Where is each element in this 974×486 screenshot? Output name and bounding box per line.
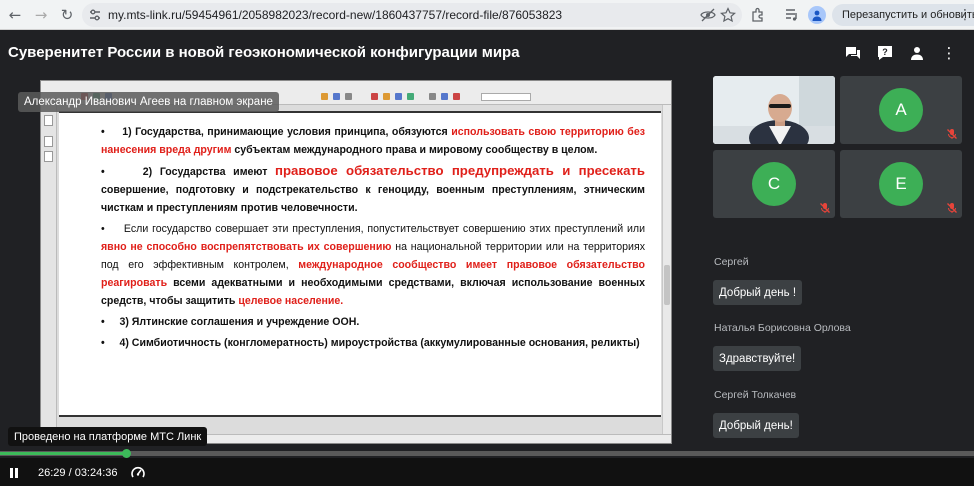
browser-menu-icon[interactable]: ⋮ [952, 2, 974, 28]
chat-author: Наталья Борисовна Орлова [714, 322, 851, 334]
pdf-tool-icon [383, 93, 390, 100]
doc-bullet-4: • 3) Ялтинские соглашения и учреждение О… [101, 316, 360, 328]
pdf-tool-icon [407, 93, 414, 100]
playback-time: 26:29 / 03:24:36 [38, 467, 118, 479]
participant-tile[interactable]: Е [840, 150, 962, 218]
eye-off-icon[interactable] [700, 7, 716, 23]
extensions-icon[interactable] [750, 7, 766, 23]
doc-highlight: правовое обязательство предупреждать и п… [275, 163, 645, 178]
participant-avatar: Е [879, 162, 923, 206]
chat-author: Сергей Толкачев [714, 389, 797, 401]
mic-muted-icon [947, 203, 957, 213]
participant-tile[interactable]: С [713, 150, 835, 218]
pdf-tool-icon [441, 93, 448, 100]
doc-text: всеми адекватными и необходимыми средств… [101, 277, 645, 307]
screen-share: • 1) Государства, принимающие условия пр… [40, 80, 672, 444]
chat-message: Добрый день! [713, 413, 799, 438]
bookmark-star-icon[interactable] [720, 7, 736, 23]
playback-speed-icon[interactable] [130, 465, 146, 481]
doc-highlight: целевое население. [238, 295, 344, 307]
chat-message: Добрый день ! [713, 280, 803, 305]
doc-text: субъектам международного права и мировом… [231, 144, 598, 156]
pdf-search-box [481, 93, 531, 101]
reload-icon[interactable]: ↻ [54, 2, 80, 28]
pdf-tool-icon [429, 93, 436, 100]
progress-handle[interactable] [122, 449, 132, 458]
page-root: { "browser": { "url": "my.mts-link.ru/59… [0, 0, 974, 486]
mic-muted-icon [820, 203, 830, 213]
doc-text: 2) Государства имеют [142, 166, 276, 178]
speaker-video-icon [713, 76, 835, 144]
pdf-tool-icon [333, 93, 340, 100]
doc-bullet-3: • Если государство совершает эти преступ… [101, 223, 646, 307]
doc-text: Если государство совершает эти преступле… [123, 223, 645, 235]
pdf-tool-icon [345, 93, 352, 100]
doc-text: 1) Государства, принимающие условия прин… [122, 126, 452, 138]
platform-label: Проведено на платформе МТС Линк [8, 427, 208, 446]
browser-toolbar: ← → ↻ my.mts-link.ru/59454961/2058982023… [0, 0, 974, 30]
pdf-tool-icon [321, 93, 328, 100]
participants-icon[interactable] [906, 43, 928, 63]
participant-video-tile[interactable] [713, 76, 835, 144]
doc-highlight: явно не способно воспрепятствовать их со… [101, 241, 392, 253]
chat-icon[interactable] [842, 43, 864, 63]
pdf-tool-icon [395, 93, 402, 100]
question-icon[interactable]: ? [874, 43, 896, 63]
address-url: my.mts-link.ru/59454961/2058982023/recor… [108, 8, 563, 22]
media-control-icon[interactable] [784, 7, 800, 23]
doc-text: 3) Ялтинские соглашения и учреждение ООН… [119, 316, 360, 328]
pdf-page: • 1) Государства, принимающие условия пр… [59, 111, 661, 417]
participant-tile[interactable]: А [840, 76, 962, 144]
pdf-sidebar [41, 105, 57, 435]
doc-text: совершение, подготовку и подстрекательст… [101, 184, 645, 214]
address-bar[interactable]: my.mts-link.ru/59454961/2058982023/recor… [82, 3, 742, 27]
event-title: Суверенитет России в новой геоэкономичес… [8, 44, 520, 61]
player-controls: 26:29 / 03:24:36 [0, 458, 974, 486]
chat-author: Сергей [714, 256, 749, 268]
app-header: Суверенитет России в новой геоэкономичес… [0, 30, 974, 76]
svg-text:?: ? [882, 47, 888, 57]
back-icon[interactable]: ← [2, 2, 28, 28]
pdf-scrollbar [662, 105, 671, 435]
progress-fill [0, 452, 127, 455]
presenter-label: Александр Иванович Агеев на главном экра… [18, 92, 279, 112]
profile-avatar-icon[interactable] [808, 6, 826, 24]
doc-bullet-2: • 2) Государства имеют правовое обязател… [101, 163, 645, 214]
site-info-icon[interactable] [88, 8, 102, 22]
chat-message: Здравствуйте! [713, 346, 802, 371]
doc-bullet-5: • 4) Симбиотичность (конгломератность) м… [101, 337, 640, 349]
more-menu-icon[interactable]: ⋮ [938, 43, 960, 63]
pdf-tool-icon [453, 93, 460, 100]
pause-icon[interactable] [8, 467, 20, 479]
mic-muted-icon [947, 129, 957, 139]
pdf-tool-icon [371, 93, 378, 100]
doc-text: 4) Симбиотичность (конгломератность) мир… [119, 337, 640, 349]
participant-avatar: С [752, 162, 796, 206]
doc-bullet-1: • 1) Государства, принимающие условия пр… [101, 126, 645, 156]
participant-avatar: А [879, 88, 923, 132]
forward-icon[interactable]: → [28, 2, 54, 28]
progress-bar[interactable] [0, 449, 974, 458]
